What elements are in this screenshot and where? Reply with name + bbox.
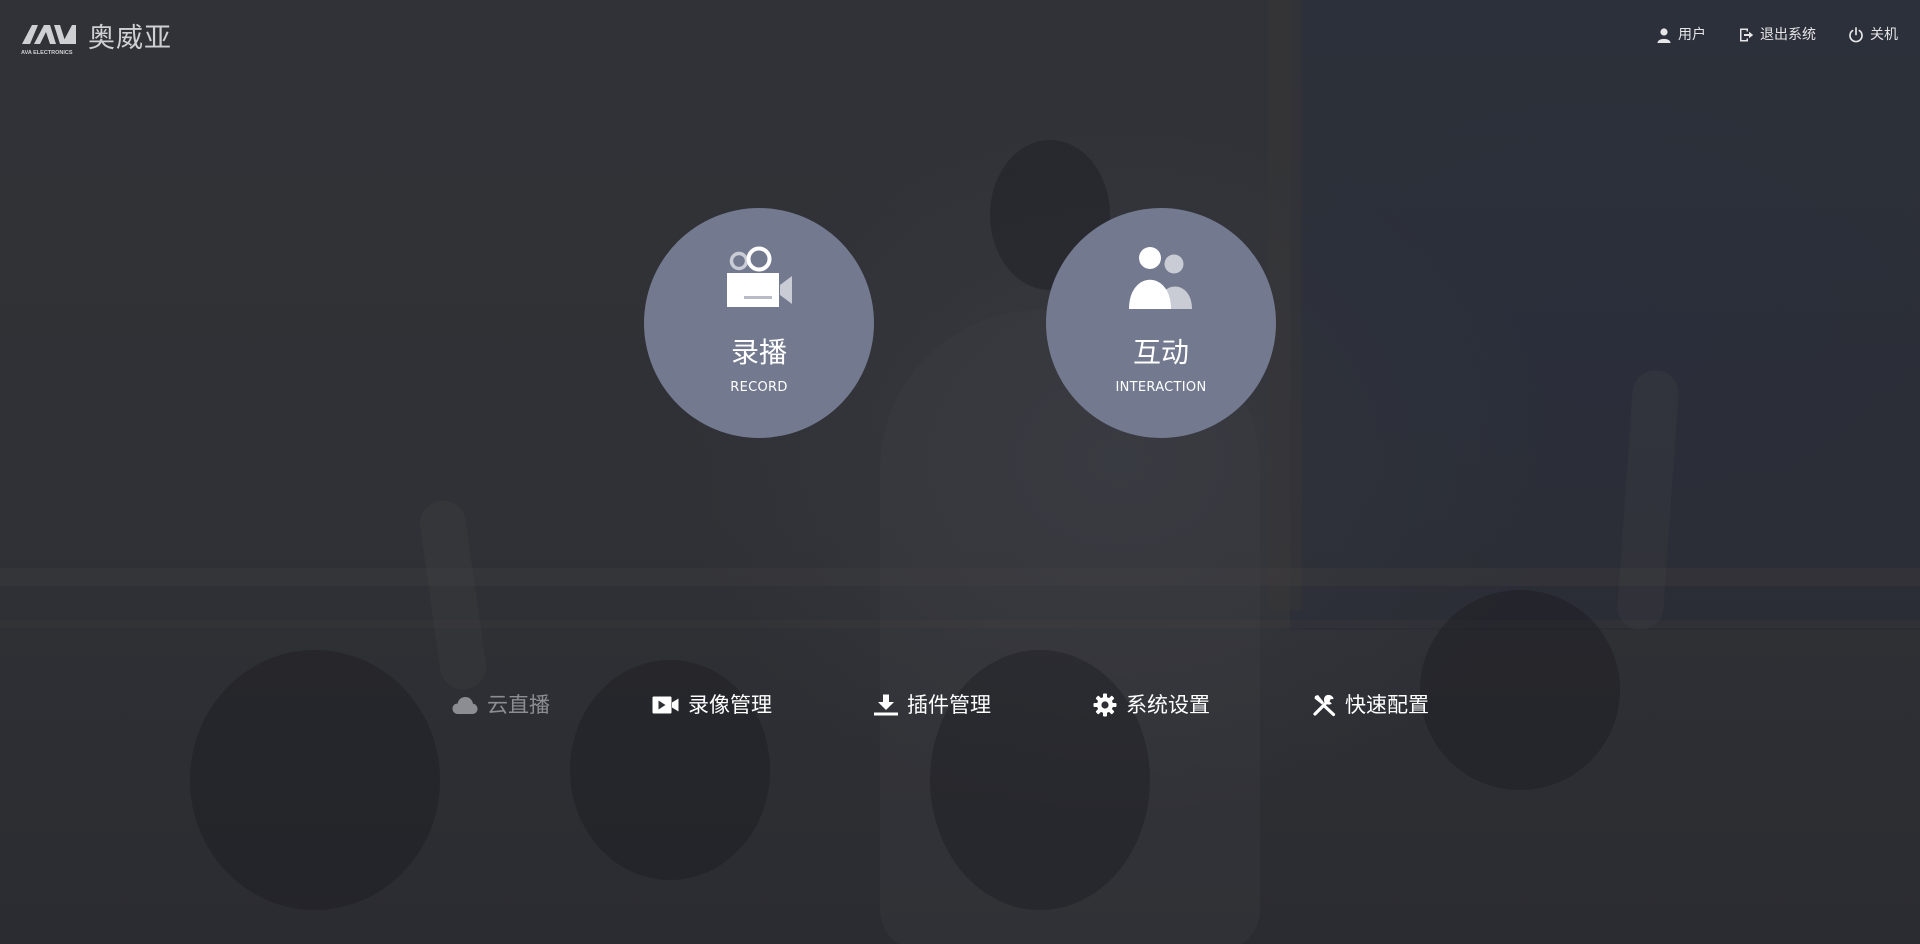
plugin-management-label: 插件管理 [907, 693, 991, 717]
users-icon [1126, 246, 1196, 314]
user-button[interactable]: 用户 [1656, 25, 1706, 45]
main-screen: AVA ELECTRONICS 奥威亚 用户 退出系统 关机 录播 RECORD… [0, 0, 1920, 944]
top-bar: AVA ELECTRONICS 奥威亚 用户 退出系统 关机 [0, 0, 1920, 76]
bottom-nav: 云直播 录像管理 插件管理 系统设置 快速配置 [452, 690, 1429, 720]
svg-text:AVA ELECTRONICS: AVA ELECTRONICS [21, 50, 73, 56]
cloud-live-button[interactable]: 云直播 [452, 690, 550, 720]
background-blackboard [1290, 0, 1920, 630]
background-ledge [0, 568, 1920, 586]
background-raised-arm [1615, 368, 1681, 632]
background-student-head [930, 650, 1150, 910]
background-student-head [1420, 590, 1620, 790]
power-icon [1848, 27, 1864, 43]
system-settings-label: 系统设置 [1126, 693, 1210, 717]
ava-logo-icon: AVA ELECTRONICS [20, 22, 76, 56]
cloud-icon [452, 695, 478, 715]
user-icon [1656, 27, 1672, 43]
logout-icon [1738, 27, 1754, 43]
user-label: 用户 [1678, 27, 1706, 43]
cloud-live-label: 云直播 [487, 693, 550, 717]
background-raised-arm [417, 497, 489, 693]
video-icon [652, 695, 679, 715]
logout-label: 退出系统 [1760, 27, 1816, 43]
video-camera-icon [725, 246, 793, 314]
download-icon [874, 694, 898, 716]
brand-logo: AVA ELECTRONICS 奥威亚 [20, 22, 172, 57]
system-settings-button[interactable]: 系统设置 [1093, 690, 1210, 720]
interaction-title: 互动 [1132, 336, 1189, 369]
shutdown-button[interactable]: 关机 [1848, 25, 1898, 45]
background-ledge-lower [0, 620, 1920, 628]
record-subtitle: RECORD [730, 380, 788, 395]
shutdown-label: 关机 [1870, 27, 1898, 43]
top-actions: 用户 退出系统 关机 [1656, 25, 1898, 45]
interaction-mode-button[interactable]: 互动 INTERACTION [1046, 208, 1276, 438]
gear-icon [1093, 693, 1117, 717]
recording-management-button[interactable]: 录像管理 [652, 690, 772, 720]
recording-management-label: 录像管理 [688, 693, 772, 717]
logout-button[interactable]: 退出系统 [1738, 25, 1816, 45]
quick-config-label: 快速配置 [1345, 693, 1429, 717]
brand-name: 奥威亚 [88, 23, 172, 54]
interaction-subtitle: INTERACTION [1115, 380, 1207, 395]
record-mode-button[interactable]: 录播 RECORD [644, 208, 874, 438]
wrench-icon [1312, 693, 1336, 717]
plugin-management-button[interactable]: 插件管理 [874, 690, 991, 720]
record-title: 录播 [730, 336, 787, 369]
background-student-head [190, 650, 440, 910]
quick-config-button[interactable]: 快速配置 [1312, 690, 1429, 720]
